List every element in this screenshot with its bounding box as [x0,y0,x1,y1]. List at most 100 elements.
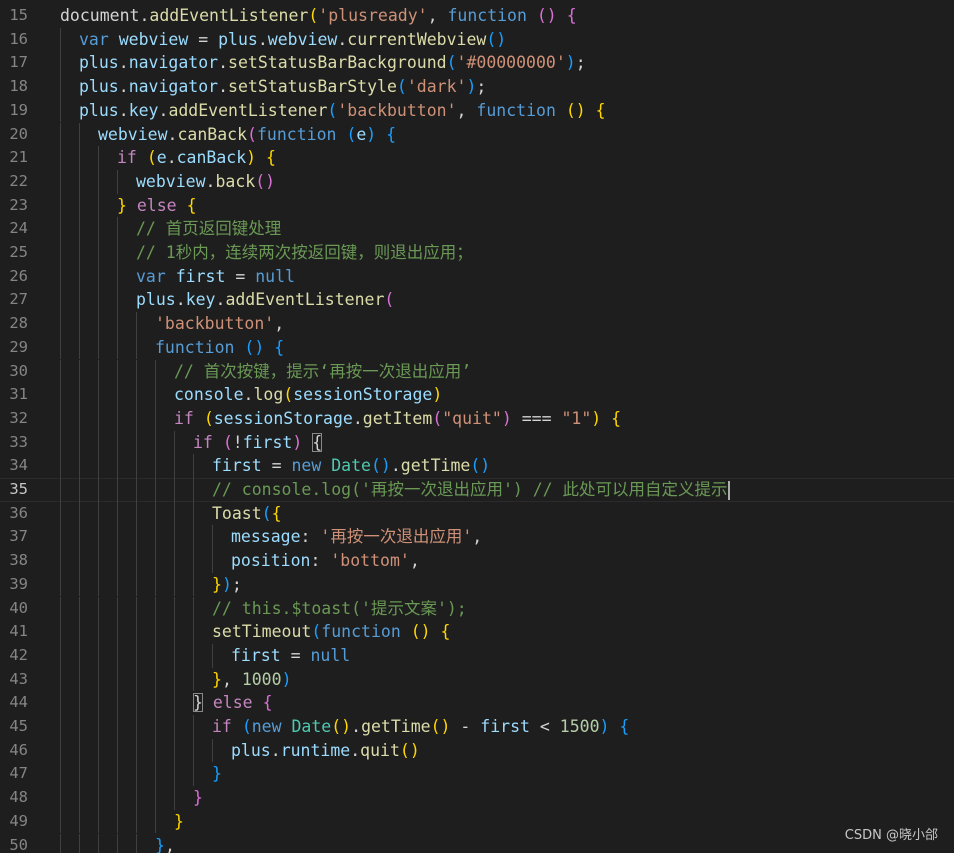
code-line[interactable]: 40 // this.$toast('提示文案'); [0,596,954,621]
code-token: ! [232,432,243,452]
code-token: () [410,622,431,642]
indent-guide [79,549,80,573]
indent-guide [136,833,137,853]
code-line[interactable]: 28 'backbutton', [0,312,954,336]
code-line[interactable]: 19 plus.key.addEventListener('backbutton'… [0,98,954,123]
code-line[interactable]: 29 function () { [0,335,954,360]
code-token: getTime [361,717,431,736]
code-token: ; [575,53,586,73]
line-number: 39 [9,574,28,593]
code-line[interactable]: 37 message: '再按一次退出应用', [0,525,954,550]
indent-guide [136,312,137,336]
indent-guide [117,572,118,597]
code-text: console.log(sessionStorage) [174,383,442,407]
code-text: if (new Date().getTime() - first < 1500)… [212,715,629,739]
indent-guide [136,643,137,668]
code-line[interactable]: 26 var first = null [0,264,954,289]
indent-guide [79,383,80,407]
code-line[interactable]: 33 if (!first) { [0,430,954,455]
code-editor[interactable]: 15 document.addEventListener('plusready',… [0,0,954,853]
code-token: ( [283,385,294,405]
code-line[interactable]: 15 document.addEventListener('plusready',… [0,4,954,28]
code-line[interactable]: 43}, 1000) [0,667,954,692]
code-text: 'backbutton', [155,312,284,336]
code-token: quit [360,740,400,760]
code-line[interactable]: 47} [0,762,954,787]
code-line[interactable]: 39}); [0,572,954,597]
code-line[interactable]: 38 position: 'bottom', [0,549,954,573]
code-line[interactable]: 41 setTimeout(function () { [0,620,954,644]
code-token: ( [308,6,319,25]
code-token: } [212,574,222,594]
code-line[interactable]: 20 webview.canBack(function (e) { [0,122,954,147]
indent-guide [98,430,99,455]
indent-guide [136,786,137,810]
code-line[interactable]: 35 // console.log('再按一次退出应用') // 此处可以用自定义… [0,478,954,502]
code-line[interactable]: 16 var webview = plus.webview.currentWebv… [0,27,954,52]
code-line[interactable]: 30 // 首次按键，提示‘再按一次退出应用’ [0,359,954,384]
code-line[interactable]: 24 // 首页返回键处理 [0,217,954,241]
code-token: navigator [128,53,219,73]
indent-guide [117,691,118,715]
code-token: ) [565,53,576,73]
code-token: . [175,290,186,310]
indent-guide [60,146,61,170]
code-line[interactable]: 23} else { [0,193,954,218]
indent-guide [193,620,194,644]
indent-guide [79,359,80,384]
code-text: webview.canBack(function (e) { [98,123,396,147]
code-text: if (e.canBack) { [117,146,276,170]
code-token: , [456,100,477,120]
code-line[interactable]: 32 if (sessionStorage.getItem("quit") ===… [0,406,954,431]
code-line[interactable]: 46 plus.runtime.quit() [0,738,954,763]
code-token: // 首页返回键处理 [136,219,282,239]
code-line[interactable]: 18 plus.navigator.setStatusBarStyle('dark… [0,75,954,99]
line-number: 30 [9,361,28,380]
indent-guide [136,572,137,597]
indent-guide [174,549,175,573]
code-token: setTimeout [212,622,312,642]
indent-guide [193,549,194,573]
code-line[interactable]: 45 if (new Date().getTime() - first < 150… [0,715,954,739]
indent-guide [155,549,156,573]
indent-guide [98,549,99,573]
code-line[interactable]: 21 if (e.canBack) { [0,146,954,170]
code-token: key [185,290,216,310]
code-token: if [212,717,232,736]
code-token: // this.$toast('提示文案'); [212,598,467,618]
code-line[interactable]: 48} [0,786,954,810]
code-line[interactable]: 49} [0,809,954,834]
code-line[interactable]: 44} else { [0,691,954,715]
code-token: 'backbutton' [155,314,275,334]
code-line[interactable]: 36 Toast({ [0,501,954,526]
code-line[interactable]: 50}, [0,833,954,853]
indent-guide [60,715,61,739]
indent-guide [193,643,194,668]
indent-guide [174,525,175,550]
code-line[interactable]: 42 first = null [0,643,954,668]
indent-guide [79,241,80,265]
code-line[interactable]: 31 console.log(sessionStorage) [0,383,954,407]
indent-guide [117,335,118,360]
code-line[interactable]: 27 plus.key.addEventListener( [0,288,954,313]
code-line[interactable]: 25 // 1秒内，连续两次按返回键，则退出应用； [0,241,954,265]
code-line[interactable]: 22 webview.back() [0,169,954,194]
indent-guide [117,525,118,550]
code-token: navigator [128,77,219,97]
indent-guide [117,596,118,621]
indent-guide [60,383,61,407]
code-line[interactable]: 34 first = new Date().getTime() [0,454,954,478]
code-token: '#00000000' [456,53,566,73]
indent-guide [136,383,137,407]
code-token: = [225,266,256,286]
code-token: position [231,551,311,571]
code-line[interactable]: 17 plus.navigator.setStatusBarBackground(… [0,51,954,76]
code-token: = [188,29,219,49]
indent-guide [60,217,61,241]
